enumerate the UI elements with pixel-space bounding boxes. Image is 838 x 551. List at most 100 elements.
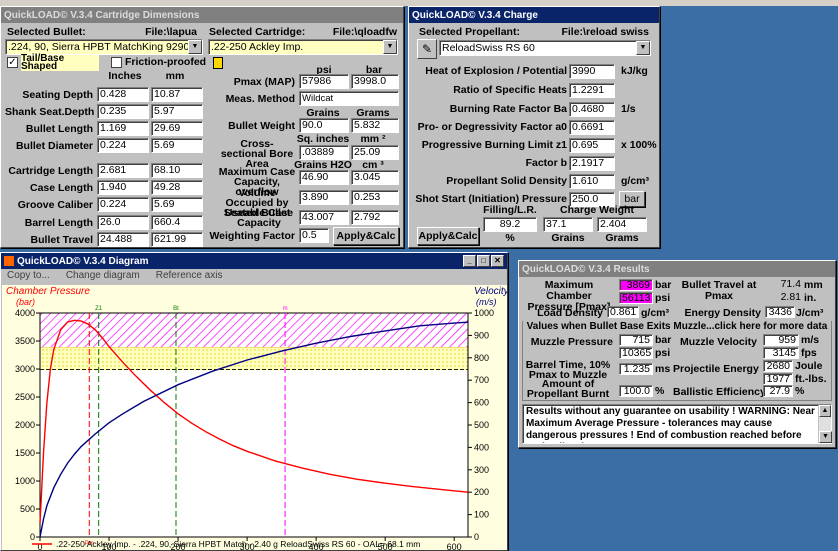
chevron-down-icon[interactable]: ▼	[188, 40, 202, 54]
dim-row-mm-field[interactable]: 621.99	[151, 232, 203, 247]
y-left-tick-label: 3500	[15, 336, 35, 346]
charge-apply-calc-button[interactable]: Apply&Calc	[417, 227, 479, 245]
cartridge-icon[interactable]	[213, 57, 223, 69]
bore-in-field[interactable]: .03889	[299, 145, 349, 160]
propellant-icon[interactable]: ✎	[417, 39, 437, 59]
legend-text: .22-250 Ackley Imp. - .224, 90, Sierra H…	[56, 539, 420, 549]
charge-row-field[interactable]: 0.6691	[569, 120, 615, 135]
charge-titlebar[interactable]: QuickLOAD© V.3.4 Charge	[409, 7, 659, 23]
tail-base-checkbox[interactable]: ✓	[7, 57, 18, 68]
dim-row-mm-field[interactable]: 49.28	[151, 180, 203, 195]
left-axis-unit: (bar)	[16, 297, 35, 307]
bore-mm-field[interactable]: 25.09	[351, 145, 399, 160]
charge-row-field[interactable]: 0.695	[569, 138, 615, 153]
dim-row-inches-field[interactable]: 2.681	[97, 163, 149, 178]
dim-row-mm-field[interactable]: 29.69	[151, 121, 203, 136]
friction-label: Friction-proofed	[125, 56, 207, 68]
meas-method-label: Meas. Method	[225, 93, 295, 105]
scroll-down-icon[interactable]: ▼	[819, 431, 832, 443]
dim-row-inches-field[interactable]: 1.169	[97, 121, 149, 136]
menu-reference-axis[interactable]: Reference axis	[156, 270, 223, 284]
menu-copy-to[interactable]: Copy to...	[7, 270, 50, 284]
propellant-select[interactable]: ReloadSwiss RS 60 ▼	[439, 40, 651, 56]
dim-row-inches-field[interactable]: 0.224	[97, 197, 149, 212]
charge-grains-field[interactable]: 37.1	[543, 217, 593, 232]
selected-cartridge-label: Selected Cartridge:	[209, 26, 306, 38]
charge-row-unit: 1/s	[621, 103, 636, 115]
dim-row-inches-field[interactable]: 0.428	[97, 87, 149, 102]
cartridge-value: .22-250 Ackley Imp.	[211, 41, 304, 53]
dim-row-inches-field[interactable]: 24.488	[97, 232, 149, 247]
bullet-weight-gr-field[interactable]: 90.0	[299, 118, 349, 133]
charge-row-label: Pro- or Degressivity Factor a0	[417, 121, 567, 133]
vol-bullet-gr-field[interactable]: 3.890	[299, 190, 349, 205]
dim-row-inches-field[interactable]: 26.0	[97, 215, 149, 230]
y-left-tick-label: 4000	[15, 308, 35, 318]
barrel-time-field: 1.235	[619, 363, 653, 375]
bullet-weight-g-field[interactable]: 5.832	[351, 118, 399, 133]
dim-row-mm-field[interactable]: 5.97	[151, 104, 203, 119]
charge-grams-field[interactable]: 2.404	[597, 217, 647, 232]
y-left-tick-label: 500	[20, 504, 35, 514]
charge-row-field[interactable]: 3990	[569, 64, 615, 79]
pmax-psi-field[interactable]: 57986	[299, 74, 349, 89]
chevron-down-icon[interactable]: ▼	[383, 40, 397, 54]
max-case-gr-field[interactable]: 46.90	[299, 170, 349, 185]
dim-row-mm-field[interactable]: 660.4	[151, 215, 203, 230]
menu-change-diagram[interactable]: Change diagram	[66, 270, 140, 284]
right-axis-title: Velocity	[474, 286, 507, 297]
close-icon[interactable]: ✕	[491, 255, 504, 267]
charge-row-field[interactable]: 1.2291	[569, 83, 615, 98]
filling-label: Filling/L.R.	[483, 204, 537, 216]
charge-row-unit: kJ/kg	[621, 65, 648, 77]
muzzle-pressure-label: Muzzle Pressure	[530, 336, 613, 348]
vol-bullet-cm-field[interactable]: 0.253	[351, 190, 399, 205]
useable-cm-field[interactable]: 2.792	[351, 210, 399, 225]
dim-row-label: Barrel Length	[24, 217, 93, 229]
dim-row-mm-field[interactable]: 5.69	[151, 197, 203, 212]
cartridge-file-label: File:\qloadfw	[332, 26, 397, 38]
dims-apply-calc-button[interactable]: Apply&Calc	[333, 227, 399, 245]
muzzle-velocity-ms-field: 959	[763, 334, 799, 346]
filling-field[interactable]: 89.2	[483, 217, 537, 232]
useable-gr-field[interactable]: 43.007	[299, 210, 349, 225]
results-titlebar[interactable]: QuickLOAD© V.3.4 Results	[519, 261, 835, 277]
amount-burnt-field: 100.0	[619, 385, 653, 397]
scroll-up-icon[interactable]: ▲	[819, 405, 831, 417]
meas-method-field[interactable]: Wildcat	[299, 91, 399, 106]
charge-row-field[interactable]: 0.4680	[569, 102, 615, 117]
dim-row-mm-field[interactable]: 5.69	[151, 138, 203, 153]
muzzle-data-group[interactable]: Values when Bullet Base Exits Muzzle...c…	[522, 321, 832, 401]
dims-title: QuickLOAD© V.3.4 Cartridge Dimensions	[4, 9, 200, 21]
dim-row-mm-field[interactable]: 10.87	[151, 87, 203, 102]
max-case-cm-field[interactable]: 3.045	[351, 170, 399, 185]
charge-row-field[interactable]: 2.1917	[569, 156, 615, 171]
maximize-icon[interactable]: □	[477, 255, 490, 267]
warning-box[interactable]: Results without any guarantee on usabili…	[522, 404, 832, 444]
pmax-bar-field[interactable]: 3998.0	[351, 74, 399, 89]
weighting-factor-label: Weighting Factor	[209, 230, 295, 242]
dims-titlebar[interactable]: QuickLOAD© V.3.4 Cartridge Dimensions	[1, 7, 403, 23]
dim-row-mm-field[interactable]: 68.10	[151, 163, 203, 178]
x-tick-label: 600	[447, 542, 462, 550]
dim-row-inches-field[interactable]: 1.940	[97, 180, 149, 195]
charge-row-unit: x 100%	[621, 139, 657, 151]
chevron-down-icon[interactable]: ▼	[636, 41, 650, 55]
dim-row-inches-field[interactable]: 0.224	[97, 138, 149, 153]
warning-scrollbar[interactable]: ▲ ▼	[818, 405, 832, 443]
muzzle-velocity-fps-field: 3145	[763, 347, 799, 359]
charge-row-field[interactable]: 1.610	[569, 174, 615, 189]
u-ld: g/cm³	[641, 307, 670, 319]
muzzle-header[interactable]: Values when Bullet Base Exits Muzzle...c…	[523, 321, 831, 332]
friction-checkbox[interactable]	[111, 57, 122, 68]
propellant-file-label: File:\reload swiss	[561, 26, 649, 38]
dim-row-inches-field[interactable]: 0.235	[97, 104, 149, 119]
muzzle-pressure-psi-field: 10365	[619, 347, 653, 359]
weighting-factor-field[interactable]: 0.5	[299, 228, 329, 243]
cartridge-select[interactable]: .22-250 Ackley Imp. ▼	[208, 39, 398, 55]
minimize-icon[interactable]: _	[463, 255, 476, 267]
u-fps: fps	[801, 347, 817, 359]
col-mm: mm	[165, 70, 185, 82]
bullet-value: .224, 90, Sierra HPBT MatchKing 9290	[8, 41, 190, 53]
diagram-titlebar[interactable]: QuickLOAD© V.3.4 Diagram _ □ ✕	[1, 253, 507, 269]
